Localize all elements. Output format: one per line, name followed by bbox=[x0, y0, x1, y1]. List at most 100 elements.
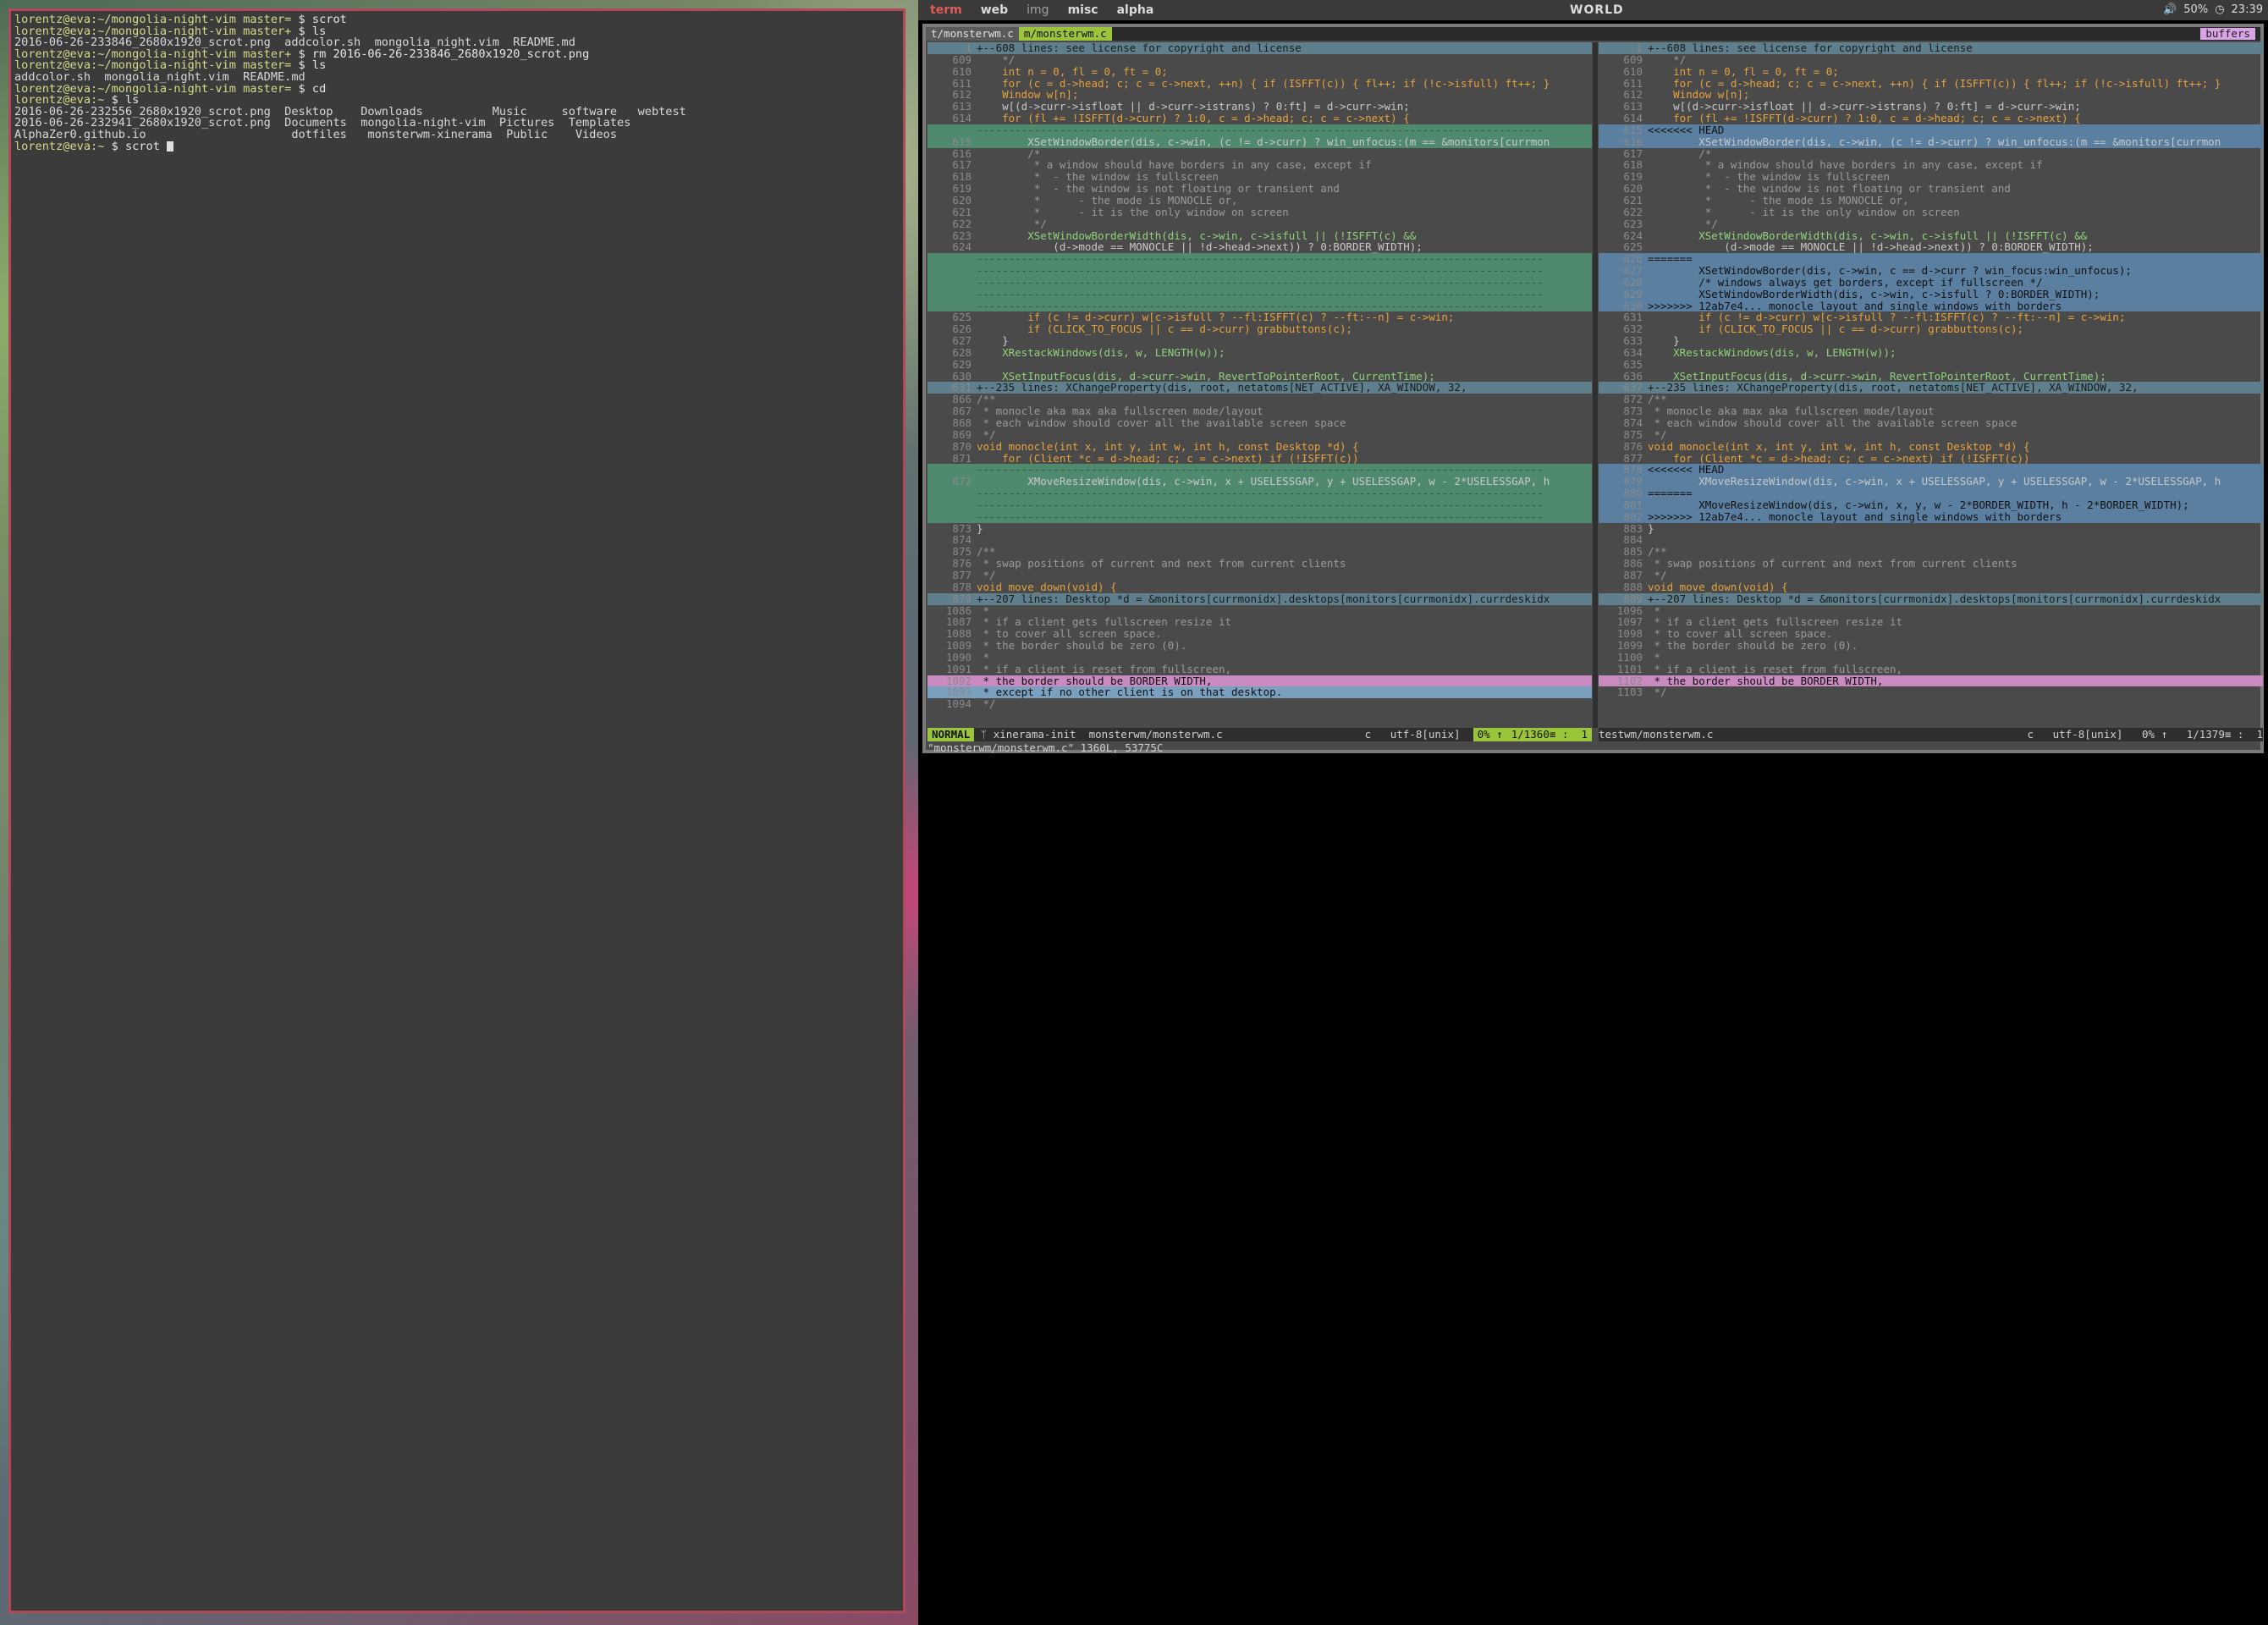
code-line[interactable]: 873 * monocle aka max aka fullscreen mod… bbox=[1599, 405, 2263, 417]
code-line[interactable]: 614 for (fl += !ISFFT(d->curr) ? 1:0, c … bbox=[1599, 113, 2263, 124]
code-line[interactable]: 872 XMoveResizeWindow(dis, c->win, x + U… bbox=[928, 476, 1592, 488]
code-line[interactable]: 873} bbox=[928, 522, 1592, 535]
code-line[interactable]: 626 ======= bbox=[1599, 253, 2263, 266]
code-line[interactable]: 878 <<<<<<< HEAD bbox=[1599, 464, 2263, 476]
code-line[interactable]: 1099 * the border should be zero (0). bbox=[1599, 640, 2263, 652]
code-line[interactable]: 874 bbox=[928, 534, 1592, 546]
code-line[interactable]: 613 w[(d->curr->isfloat || d->curr->istr… bbox=[928, 101, 1592, 113]
code-line[interactable]: ----------------------------------------… bbox=[928, 510, 1592, 523]
code-line[interactable]: 866 /** bbox=[928, 394, 1592, 405]
code-line[interactable]: 1094 */ bbox=[928, 698, 1592, 710]
code-line[interactable]: 617 * a window should have borders in an… bbox=[928, 159, 1592, 171]
code-line[interactable]: 616 /* bbox=[928, 147, 1592, 160]
code-line[interactable]: 628 /* windows always get borders, excep… bbox=[1599, 277, 2263, 289]
code-line[interactable]: 1102 * the border should be BORDER_WIDTH… bbox=[1599, 675, 2263, 687]
code-line[interactable]: 876 void monocle(int x, int y, int w, int… bbox=[1599, 440, 2263, 453]
code-line[interactable]: ----------------------------------------… bbox=[928, 300, 1592, 312]
fold-line[interactable]: 879 +--207 lines: Desktop *d = &monitors[… bbox=[928, 592, 1592, 605]
code-line[interactable]: 628 XRestackWindows(dis, w, LENGTH(w)); bbox=[928, 347, 1592, 359]
code-line[interactable]: 635 bbox=[1599, 358, 2263, 371]
code-line[interactable]: 882 >>>>>>> 12ab7e4... monocle layout and… bbox=[1599, 510, 2263, 523]
code-line[interactable]: 616 XSetWindowBorder(dis, c->win, (c != … bbox=[1599, 135, 2263, 148]
code-line[interactable]: 1093 * except if no other client is on t… bbox=[928, 686, 1592, 699]
code-line[interactable]: 622 */ bbox=[928, 218, 1592, 230]
tab-testwm[interactable]: t/monsterwm.c bbox=[926, 27, 1019, 41]
code-line[interactable]: 878 void move_down(void) { bbox=[928, 581, 1592, 593]
code-line[interactable]: 876 * swap positions of current and next… bbox=[928, 558, 1592, 570]
code-line[interactable]: 609 */ bbox=[1599, 53, 2263, 66]
code-line[interactable]: 609 */ bbox=[928, 53, 1592, 66]
code-line[interactable]: 871 for (Client *c = d->head; c; c = c->… bbox=[928, 452, 1592, 465]
code-line[interactable]: 867 * monocle aka max aka fullscreen mod… bbox=[928, 405, 1592, 417]
fold-line[interactable]: 889 +--207 lines: Desktop *d = &monitors[… bbox=[1599, 592, 2263, 605]
code-line[interactable]: 634 XRestackWindows(dis, w, LENGTH(w)); bbox=[1599, 347, 2263, 359]
vim-window[interactable]: t/monsterwm.c m/monsterwm.c buffers 1 +--… bbox=[922, 24, 2264, 754]
code-line[interactable]: 1088 * to cover all screen space. bbox=[928, 628, 1592, 640]
code-line[interactable]: 874 * each window should cover all the a… bbox=[1599, 417, 2263, 429]
code-line[interactable]: 875 /** bbox=[928, 546, 1592, 558]
fold-line[interactable]: 1 +--608 lines: see license for copyright… bbox=[928, 42, 1592, 54]
tab-monsterwm[interactable]: m/monsterwm.c bbox=[1018, 27, 1112, 41]
code-line[interactable]: 619 * - the window is not floating or tr… bbox=[928, 183, 1592, 195]
code-line[interactable]: 1089 * the border should be zero (0). bbox=[928, 640, 1592, 652]
code-line[interactable]: 625 if (c != d->curr) w[c->isfull ? --fl… bbox=[928, 311, 1592, 323]
code-line[interactable]: 880 ======= bbox=[1599, 488, 2263, 499]
code-line[interactable]: 627 XSetWindowBorder(dis, c->win, c == d… bbox=[1599, 265, 2263, 277]
code-line[interactable]: 611 for (c = d->head; c; c = c->next, ++… bbox=[1599, 77, 2263, 90]
code-line[interactable]: 1103 */ bbox=[1599, 686, 2263, 698]
code-line[interactable]: 884 bbox=[1599, 534, 2263, 546]
code-line[interactable]: 610 int n = 0, fl = 0, ft = 0; bbox=[928, 65, 1592, 78]
code-line[interactable]: 620 * - the window is not floating or tr… bbox=[1599, 183, 2263, 195]
workspace-alpha[interactable]: alpha bbox=[1117, 3, 1154, 17]
code-line[interactable]: 1091 * if a client is reset from fullscr… bbox=[928, 663, 1592, 675]
code-line[interactable]: 1097 * if a client gets fullscreen resiz… bbox=[1599, 616, 2263, 628]
code-line[interactable]: ----------------------------------------… bbox=[928, 464, 1592, 476]
code-line[interactable]: 875 */ bbox=[1599, 428, 2263, 441]
code-line[interactable]: 1087 * if a client gets fullscreen resiz… bbox=[928, 616, 1592, 628]
code-line[interactable]: 618 * a window should have borders in an… bbox=[1599, 159, 2263, 171]
code-line[interactable]: 621 * - the mode is MONOCLE or, bbox=[1599, 195, 2263, 207]
code-line[interactable]: ----------------------------------------… bbox=[928, 124, 1592, 136]
code-line[interactable]: 868 * each window should cover all the a… bbox=[928, 417, 1592, 429]
code-line[interactable]: 623 */ bbox=[1599, 218, 2263, 230]
code-line[interactable]: 1096 * bbox=[1599, 604, 2263, 617]
code-line[interactable]: 615 <<<<<<< HEAD bbox=[1599, 124, 2263, 136]
code-line[interactable]: 869 */ bbox=[928, 428, 1592, 441]
code-line[interactable]: 625 (d->mode == MONOCLE || !d->head->nex… bbox=[1599, 241, 2263, 253]
code-line[interactable]: 630 XSetInputFocus(dis, d->curr->win, Re… bbox=[928, 370, 1592, 383]
code-line[interactable]: 626 if (CLICK_TO_FOCUS || c == d->curr) … bbox=[928, 323, 1592, 335]
code-line[interactable]: 627 } bbox=[928, 335, 1592, 347]
code-line[interactable]: 619 * - the window is fullscreen bbox=[1599, 171, 2263, 183]
workspace-misc[interactable]: misc bbox=[1068, 3, 1098, 17]
vsplit-divider[interactable] bbox=[1593, 42, 1598, 728]
fold-line[interactable]: 1 +--608 lines: see license for copyright… bbox=[1599, 42, 2263, 54]
vim-command-line[interactable]: "monsterwm/monsterwm.c" 1360L, 53775C bbox=[928, 742, 1163, 754]
code-line[interactable]: 1092 * the border should be BORDER_WIDTH… bbox=[928, 675, 1592, 687]
code-line[interactable]: 618 * - the window is fullscreen bbox=[928, 171, 1592, 183]
workspace-web[interactable]: web bbox=[981, 3, 1008, 17]
code-line[interactable]: 877 */ bbox=[928, 570, 1592, 581]
terminal-window[interactable]: lorentz@eva:~/mongolia-night-vim master=… bbox=[8, 8, 906, 1613]
code-line[interactable]: 1101 * if a client is reset from fullscr… bbox=[1599, 663, 2263, 675]
code-line[interactable]: ----------------------------------------… bbox=[928, 288, 1592, 300]
code-line[interactable]: 630 >>>>>>> 12ab7e4... monocle layout and… bbox=[1599, 300, 2263, 312]
code-line[interactable]: 611 for (c = d->head; c; c = c->next, ++… bbox=[928, 77, 1592, 90]
code-line[interactable]: 886 * swap positions of current and next… bbox=[1599, 558, 2263, 570]
code-line[interactable]: 620 * - the mode is MONOCLE or, bbox=[928, 195, 1592, 207]
code-line[interactable]: 612 Window w[n]; bbox=[1599, 89, 2263, 101]
code-line[interactable]: 613 w[(d->curr->isfloat || d->curr->istr… bbox=[1599, 101, 2263, 113]
code-line[interactable]: 633 } bbox=[1599, 335, 2263, 347]
workspace-term[interactable]: term bbox=[930, 3, 962, 17]
code-line[interactable]: 624 XSetWindowBorderWidth(dis, c->win, c… bbox=[1599, 229, 2263, 242]
code-line[interactable]: 1086 * bbox=[928, 604, 1592, 617]
code-line[interactable]: 885 /** bbox=[1599, 546, 2263, 558]
code-line[interactable]: 623 XSetWindowBorderWidth(dis, c->win, c… bbox=[928, 229, 1592, 242]
code-line[interactable]: 636 XSetInputFocus(dis, d->curr->win, Re… bbox=[1599, 370, 2263, 383]
code-line[interactable]: 887 */ bbox=[1599, 570, 2263, 581]
code-line[interactable]: ----------------------------------------… bbox=[928, 499, 1592, 511]
code-line[interactable]: 870 void monocle(int x, int y, int w, int… bbox=[928, 440, 1592, 453]
code-line[interactable]: 881 XMoveResizeWindow(dis, c->win, x, y,… bbox=[1599, 499, 2263, 511]
code-line[interactable]: 631 if (c != d->curr) w[c->isfull ? --fl… bbox=[1599, 311, 2263, 323]
code-line[interactable]: 632 if (CLICK_TO_FOCUS || c == d->curr) … bbox=[1599, 323, 2263, 335]
code-line[interactable]: 872 /** bbox=[1599, 394, 2263, 405]
